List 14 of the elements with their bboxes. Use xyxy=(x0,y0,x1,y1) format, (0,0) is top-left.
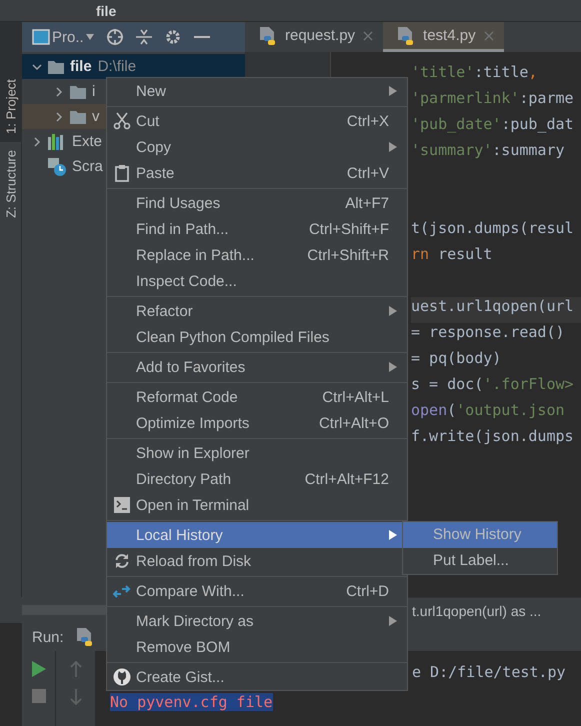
window-title: file xyxy=(96,2,116,18)
code-line: = pq(body) xyxy=(411,349,502,369)
code-line: 'summary':summary xyxy=(411,141,566,161)
run-label: Run: xyxy=(32,628,64,646)
code-line: 'pub_date':pub_dat xyxy=(411,115,575,135)
code-line: 'title':title, xyxy=(411,63,538,83)
code-line: rn result xyxy=(411,245,494,265)
code-line: f.write(json.dumps xyxy=(411,427,575,447)
code-line: 'parmerlink':parme xyxy=(411,89,575,109)
console-line: e D:/file/test.py xyxy=(412,662,566,683)
code-line: open('output.json xyxy=(411,401,566,421)
code-line: s = doc('.forFlow> xyxy=(411,375,575,395)
code-line: = response.read() xyxy=(411,323,566,343)
code-line: t(json.dumps(resul xyxy=(411,219,575,239)
